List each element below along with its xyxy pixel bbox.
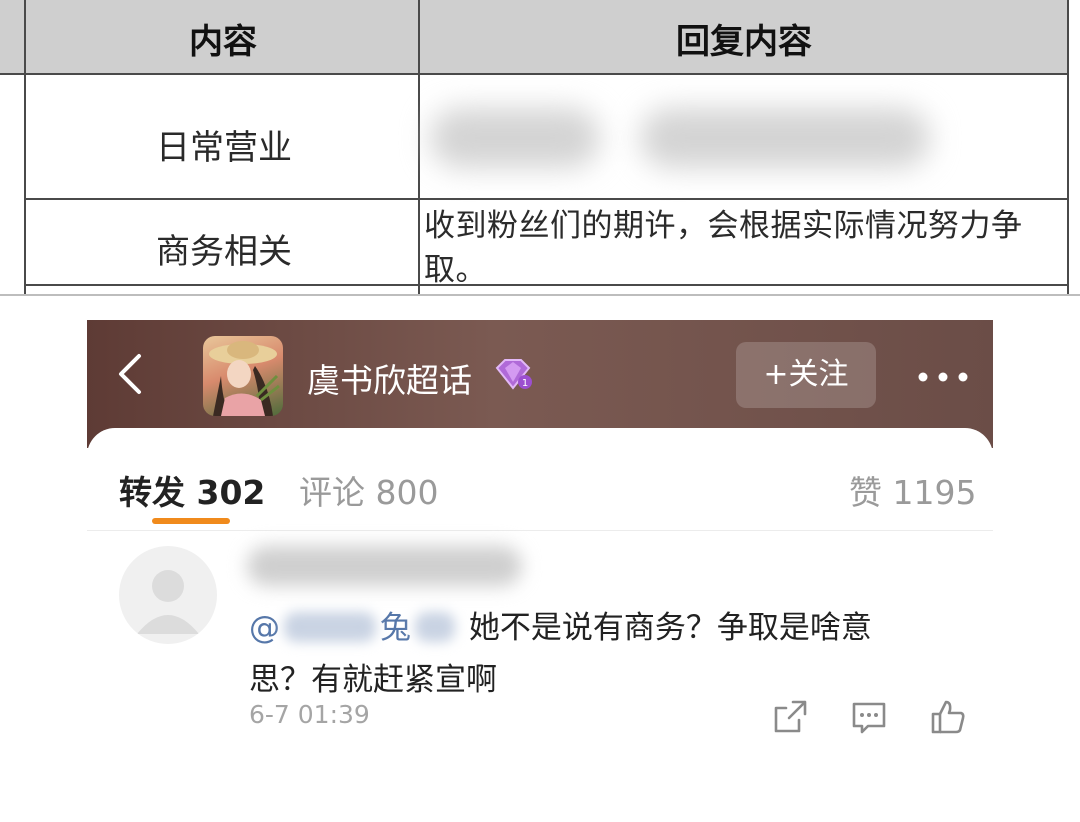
divider — [87, 530, 993, 531]
chaohua-avatar[interactable] — [203, 336, 283, 416]
share-icon[interactable] — [771, 698, 809, 736]
comment-icon[interactable] — [850, 698, 888, 736]
table-border — [418, 0, 420, 296]
avatar[interactable] — [119, 546, 217, 644]
table-border — [0, 73, 1069, 75]
tab-like[interactable]: 赞 1195 — [849, 466, 976, 514]
back-icon[interactable] — [111, 352, 151, 396]
follow-button[interactable]: +关注 — [736, 342, 876, 408]
table-header-reply: 回复内容 — [676, 22, 812, 62]
diamond-icon: 1 — [495, 359, 532, 390]
more-icon[interactable] — [915, 362, 971, 392]
comment-timestamp: 6-7 01:39 — [249, 700, 370, 729]
comment-line2: 思？有就赶紧宣啊 — [249, 662, 497, 698]
comment-text: @ 兔 她不是说有商务？争取是啥意 思？有就赶紧宣啊 — [249, 602, 949, 706]
interaction-panel: 转发 302 评论 800 赞 1195 @ 兔 她不是说有商务？争取是啥意 思？… — [87, 428, 993, 822]
table-border — [1067, 0, 1069, 296]
redacted-username — [247, 546, 522, 586]
tab-repost[interactable]: 转发 302 — [119, 466, 265, 514]
chaohua-title[interactable]: 虞书欣超话 — [307, 354, 472, 402]
comment-line1: 她不是说有商务？争取是啥意 — [468, 610, 872, 646]
mention-link[interactable]: @ 兔 — [249, 610, 459, 646]
level-badge: 1 — [522, 378, 528, 389]
active-tab-indicator — [152, 518, 230, 524]
table-cell-reply: 收到粉丝们的期许，会根据实际情况努力争取。 — [424, 208, 1023, 288]
table-border — [24, 198, 1069, 200]
table-header-background — [0, 0, 1068, 73]
table-cell-topic: 日常营业 — [156, 128, 292, 168]
table-border — [0, 294, 1080, 296]
tab-comment[interactable]: 评论 800 — [299, 466, 438, 514]
like-icon[interactable] — [929, 698, 967, 736]
table-header-content: 内容 — [189, 22, 257, 62]
table-border — [24, 0, 26, 296]
document-table: 内容 回复内容 日常营业 商务相关 收到粉丝们的期许，会根据实际情况努力争取。 — [0, 0, 1080, 296]
weibo-post-screen: 虞书欣超话 1 +关注 转发 302 评论 800 赞 1195 @ 兔 她不是… — [87, 320, 993, 822]
table-cell-topic: 商务相关 — [156, 232, 292, 272]
